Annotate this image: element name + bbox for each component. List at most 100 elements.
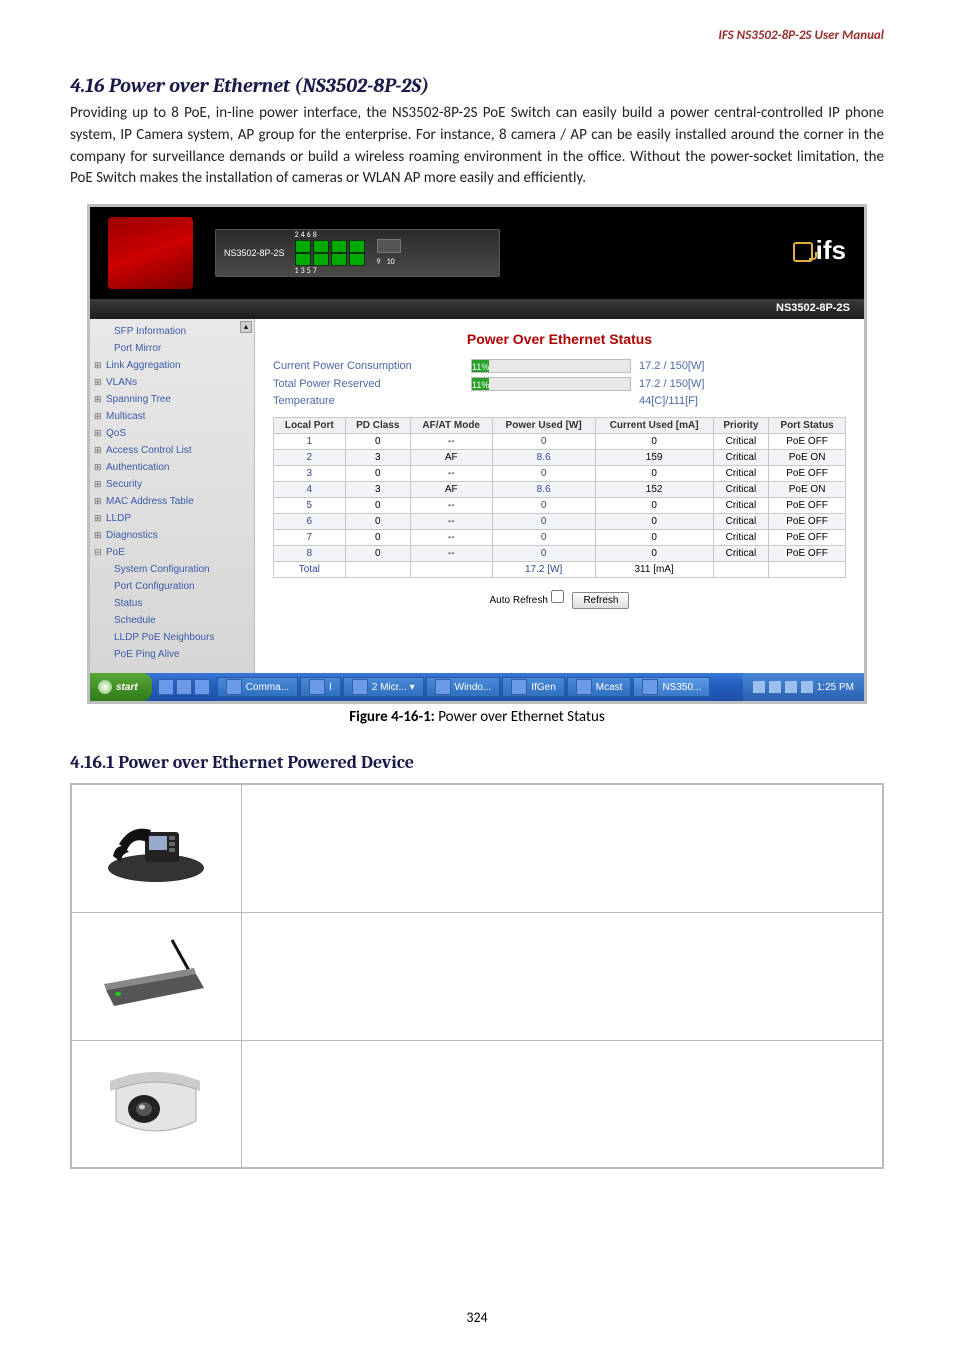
tray-icon[interactable] [753,681,765,693]
table-header: PD Class [345,418,410,434]
progress-fill: 11% [472,360,489,372]
sidebar-item[interactable]: VLANs [90,374,254,391]
taskbar-button[interactable]: NS350... [633,677,710,697]
sidebar-item[interactable]: PoE [90,544,254,561]
sidebar-item[interactable]: SFP Information [90,323,254,340]
port-num: 6 [307,230,311,240]
table-cell: 0 [492,498,595,514]
table-cell: 0 [345,498,410,514]
taskbar-button[interactable]: Windo... [426,677,501,697]
sidebar-item[interactable]: System Configuration [90,561,254,578]
figure-caption-bold: Figure 4-16-1: [349,708,435,726]
taskbar-label: Comma... [246,682,289,693]
brand-swirl-graphic [108,217,193,289]
app-icon [576,679,592,695]
sidebar-item[interactable]: Port Configuration [90,578,254,595]
table-cell: 152 [595,482,713,498]
sidebar-item[interactable]: PoE Ping Alive [90,646,254,663]
tray-icon[interactable] [801,681,813,693]
ifs-logo-text: ifs [816,235,846,265]
sidebar-item[interactable]: Port Mirror [90,340,254,357]
sidebar-item[interactable]: Diagnostics [90,527,254,544]
table-header: Current Used [mA] [595,418,713,434]
table-cell: -- [410,498,492,514]
sidebar-item[interactable]: Security [90,476,254,493]
table-cell: -- [410,434,492,450]
sfp-num: 9 [377,257,381,267]
auto-refresh-label: Auto Refresh [490,595,548,606]
sfp-num: 10 [387,257,395,267]
sidebar-item[interactable]: LLDP PoE Neighbours [90,629,254,646]
table-cell: PoE ON [769,450,846,466]
refresh-row: Auto Refresh Refresh [273,590,846,609]
sidebar-item[interactable]: QoS [90,425,254,442]
sidebar-item[interactable]: Status [90,595,254,612]
table-cell: 0 [595,530,713,546]
sidebar-item[interactable]: Access Control List [90,442,254,459]
table-cell: 0 [345,434,410,450]
sfp-icon [377,239,401,253]
ip-phone-icon [101,806,211,886]
table-cell: 0 [345,546,410,562]
refresh-button[interactable]: Refresh [572,592,629,609]
sidebar-item[interactable]: MAC Address Table [90,493,254,510]
taskbar-button[interactable]: Mcast [567,677,632,697]
taskbar-label: Windo... [455,682,492,693]
table-cell: 2 [274,450,346,466]
start-label: start [116,682,138,693]
taskbar-label: NS350... [662,682,701,693]
sidebar-item[interactable]: Spanning Tree [90,391,254,408]
start-button[interactable]: start [90,673,152,701]
table-cell: AF [410,450,492,466]
sidebar-item[interactable]: Link Aggregation [90,357,254,374]
ql-icon[interactable] [158,679,174,695]
table-cell: Critical [713,466,769,482]
taskbar-label: I [329,682,332,693]
figure-caption: Figure 4-16-1: Power over Ethernet Statu… [70,708,884,726]
sidebar-item[interactable]: Schedule [90,612,254,629]
page-header: IFS NS3502-8P-2S User Manual [718,28,884,43]
table-cell: 0 [492,466,595,482]
table-cell: 0 [345,530,410,546]
progress-bar: 11% [471,359,631,373]
table-cell: PoE OFF [769,530,846,546]
sidebar-item[interactable]: LLDP [90,510,254,527]
tray-icon[interactable] [769,681,781,693]
app-icon [352,679,368,695]
table-cell: 0 [345,466,410,482]
sidebar-item[interactable]: Authentication [90,459,254,476]
table-cell: 7 [274,530,346,546]
sidebar-item[interactable]: Multicast [90,408,254,425]
progress-fill: 11% [472,378,489,390]
ql-icon[interactable] [194,679,210,695]
plug-icon [793,242,813,262]
tray-icon[interactable] [785,681,797,693]
system-tray: 1:25 PM [743,673,864,701]
table-cell [713,562,769,578]
table-cell: PoE OFF [769,498,846,514]
ifs-logo: ifs [793,235,846,266]
table-cell: PoE OFF [769,466,846,482]
table-cell: 3 [274,466,346,482]
table-row: 50--00CriticalPoE OFF [274,498,846,514]
port-num: 4 [301,230,305,240]
taskbar-button[interactable]: IfGen [502,677,564,697]
table-row: 80--00CriticalPoE OFF [274,546,846,562]
table-cell: -- [410,514,492,530]
table-row: 23AF8.6159CriticalPoE ON [274,450,846,466]
table-cell: 0 [492,514,595,530]
table-cell: Critical [713,514,769,530]
taskbar-button[interactable]: I [300,677,341,697]
taskbar-button[interactable]: Comma... [217,677,298,697]
table-cell: Critical [713,434,769,450]
panel-title: Power Over Ethernet Status [273,331,846,347]
port-icon [349,253,365,266]
port-icon [313,240,329,253]
auto-refresh-checkbox[interactable] [551,590,564,603]
quick-launch [152,679,216,695]
ql-icon[interactable] [176,679,192,695]
clock: 1:25 PM [817,682,854,693]
taskbar-button[interactable]: 2 Micr... ▾ [343,677,424,697]
table-header: Priority [713,418,769,434]
table-header: Local Port [274,418,346,434]
